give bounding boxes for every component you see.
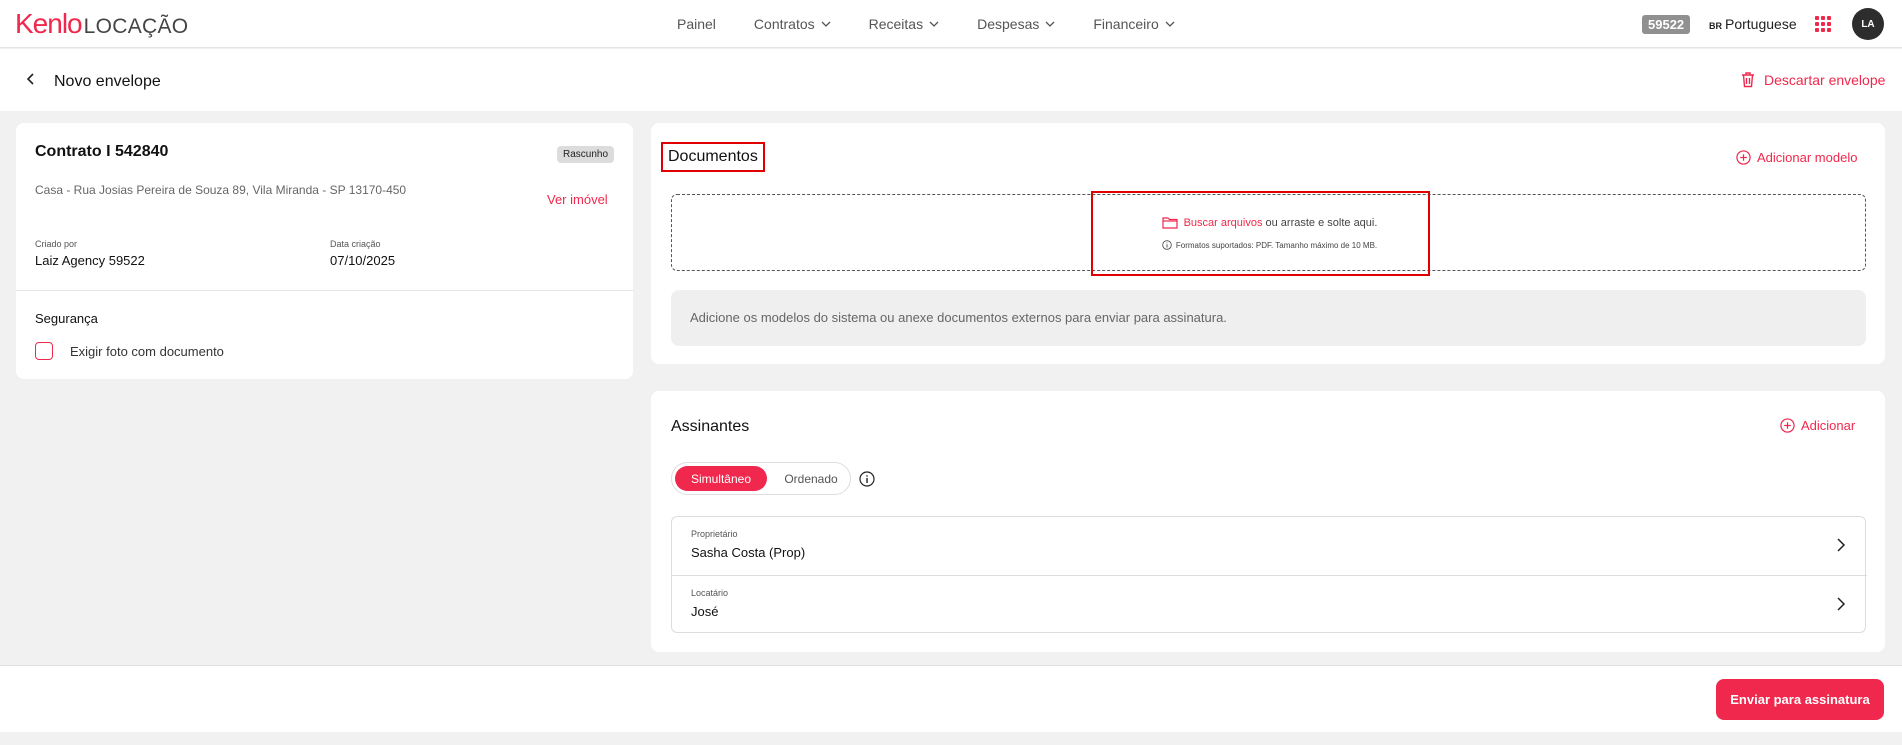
divider <box>16 290 633 291</box>
subheader: Novo envelope Descartar envelope <box>0 49 1902 111</box>
signing-mode-toggle: Simultâneo Ordenado <box>671 462 851 495</box>
nav-item-despesas[interactable]: Despesas <box>977 16 1055 32</box>
chevron-down-icon <box>821 21 831 27</box>
security-title: Segurança <box>35 311 98 326</box>
status-badge: Rascunho <box>557 146 615 163</box>
add-signer-button[interactable]: Adicionar <box>1780 418 1855 433</box>
signers-title: Assinantes <box>671 418 750 435</box>
flag-icon: BR <box>1709 21 1722 31</box>
require-photo-label: Exigir foto com documento <box>70 344 224 359</box>
mode-simultaneous-button[interactable]: Simultâneo <box>675 466 767 491</box>
discard-label: Descartar envelope <box>1764 71 1886 88</box>
nav-label: Painel <box>677 16 716 32</box>
info-icon[interactable] <box>859 471 875 487</box>
created-by-value: Laiz Agency 59522 <box>35 253 145 268</box>
require-photo-checkbox[interactable] <box>35 342 53 360</box>
nav-label: Receitas <box>868 16 924 32</box>
avatar[interactable]: LA <box>1852 8 1884 40</box>
chevron-down-icon <box>1045 21 1055 27</box>
logo-product: LOCAÇÃO <box>83 15 189 38</box>
contract-title: Contrato I 542840 <box>35 143 169 160</box>
main-nav: Painel Contratos Receitas Despesas Finan… <box>677 16 1213 32</box>
documents-card: Documentos Adicionar modelo Buscar arqui… <box>651 123 1885 364</box>
mode-ordered-button[interactable]: Ordenado <box>772 466 850 491</box>
created-date-value: 07/10/2025 <box>330 253 396 268</box>
chevron-down-icon <box>929 21 939 27</box>
signer-row-tenant[interactable]: Locatário José <box>672 575 1867 633</box>
chevron-right-icon <box>1837 538 1846 552</box>
send-for-signature-button[interactable]: Enviar para assinatura <box>1716 679 1884 720</box>
signer-row-owner[interactable]: Proprietário Sasha Costa (Prop) <box>672 517 1867 575</box>
dropzone-highlight-box <box>1091 191 1430 276</box>
signer-role: Proprietário <box>691 529 738 539</box>
nav-label: Financeiro <box>1093 16 1159 32</box>
language-label: Portuguese <box>1725 16 1797 32</box>
plus-circle-icon <box>1736 150 1751 165</box>
documents-hint: Adicione os modelos do sistema ou anexe … <box>671 290 1866 346</box>
signer-name: José <box>691 604 719 619</box>
documents-title: Documentos <box>661 142 765 172</box>
add-model-button[interactable]: Adicionar modelo <box>1736 150 1857 165</box>
created-by-label: Criado por <box>35 239 78 249</box>
add-signer-label: Adicionar <box>1801 418 1856 433</box>
footer-bar: Enviar para assinatura <box>0 665 1902 732</box>
created-date-label: Data criação <box>330 239 381 249</box>
signers-card: Assinantes Adicionar Simultâneo Ordenado… <box>651 391 1885 652</box>
nav-label: Despesas <box>977 16 1040 32</box>
plus-circle-icon <box>1780 418 1795 433</box>
apps-grid-icon[interactable] <box>1815 16 1831 32</box>
nav-item-contratos[interactable]: Contratos <box>754 16 831 32</box>
nav-item-painel[interactable]: Painel <box>677 16 716 32</box>
top-bar: KenloLOCAÇÃO Painel Contratos Receitas D… <box>0 0 1902 48</box>
signer-role: Locatário <box>691 588 729 598</box>
chevron-right-icon <box>1837 597 1846 611</box>
nav-item-receitas[interactable]: Receitas <box>869 16 939 32</box>
signer-name: Sasha Costa (Prop) <box>691 545 806 560</box>
back-arrow-icon[interactable] <box>24 71 38 87</box>
account-badge[interactable]: 59522 <box>1642 15 1691 34</box>
logo-brand: Kenlo <box>15 8 83 39</box>
view-property-link[interactable]: Ver imóvel <box>547 192 608 207</box>
kenlo-logo[interactable]: KenloLOCAÇÃO <box>15 8 188 40</box>
trash-icon <box>1742 72 1754 88</box>
discard-envelope-button[interactable]: Descartar envelope <box>1740 71 1885 88</box>
chevron-down-icon <box>1165 21 1175 27</box>
property-address: Casa - Rua Josias Pereira de Souza 89, V… <box>35 183 407 197</box>
add-model-label: Adicionar modelo <box>1757 150 1858 165</box>
nav-label: Contratos <box>753 16 815 32</box>
contract-card: Contrato I 542840 Rascunho Casa - Rua Jo… <box>16 123 633 379</box>
signer-list: Proprietário Sasha Costa (Prop) Locatári… <box>671 516 1867 633</box>
page-title: Novo envelope <box>54 73 161 90</box>
nav-item-financeiro[interactable]: Financeiro <box>1093 16 1175 32</box>
language-selector[interactable]: BR Portuguese <box>1709 16 1797 32</box>
